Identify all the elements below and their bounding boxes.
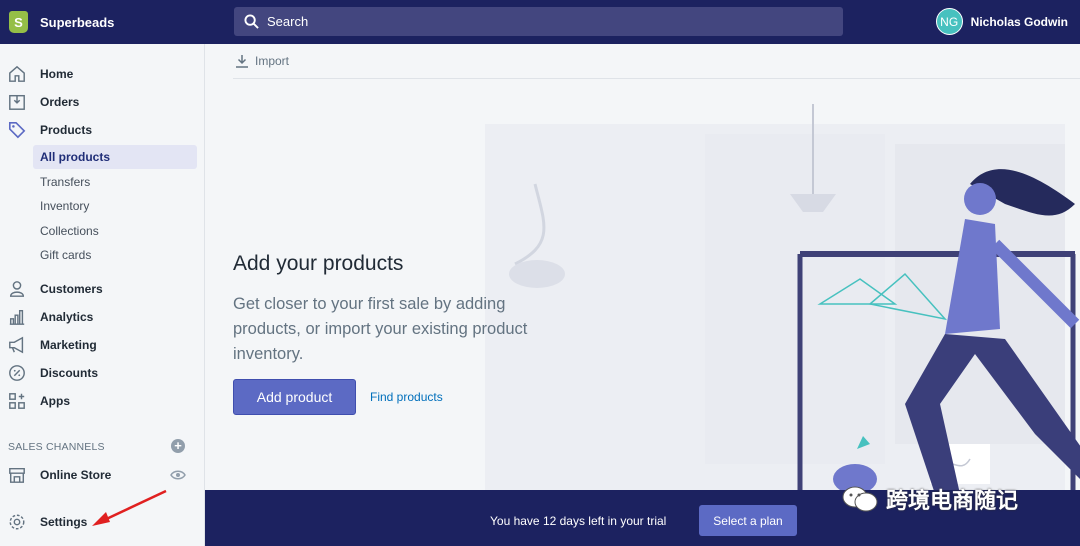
sidebar-item-label: Products [40, 123, 93, 137]
apps-icon [9, 393, 25, 409]
sidebar-item-label: Discounts [40, 366, 99, 380]
import-label: Import [255, 54, 290, 68]
home-icon [9, 65, 25, 82]
sidebar-item-customers[interactable]: Customers [0, 276, 205, 302]
sales-channels-heading: SALES CHANNELS [8, 441, 105, 453]
discount-icon [9, 365, 25, 381]
annotation-arrow-icon [92, 489, 167, 526]
trial-message: You have 12 days left in your trial [490, 514, 667, 528]
sidebar-item-label: Analytics [40, 310, 94, 324]
orders-icon [9, 94, 25, 110]
user-menu[interactable]: NG Nicholas Godwin [935, 8, 1068, 35]
sidebar-item-label: Online Store [40, 468, 112, 482]
shopify-logo-icon: S [9, 11, 28, 33]
watermark-text: 跨境电商随记 [886, 489, 1019, 514]
sidebar-item-discounts[interactable]: Discounts [0, 360, 205, 386]
sidebar-item-label: Settings [40, 515, 88, 529]
sidebar-item-apps[interactable]: Apps [0, 388, 205, 414]
search-placeholder: Search [267, 14, 309, 29]
tag-icon [8, 121, 26, 139]
empty-state-body: Get closer to your first sale by adding … [233, 295, 528, 363]
top-bar: S Superbeads Search NG Nicholas Godwin [0, 0, 1080, 44]
sidebar-item-label: Orders [40, 95, 80, 109]
avatar: NG [935, 8, 963, 35]
sidebar-item-analytics[interactable]: Analytics [0, 304, 205, 330]
search-icon [244, 14, 259, 29]
add-sales-channel-plus-icon[interactable]: + [171, 439, 185, 453]
divider [233, 78, 1080, 79]
store-brand[interactable]: S Superbeads [0, 11, 205, 33]
empty-state-title: Add your products [233, 252, 404, 275]
store-icon [9, 467, 25, 483]
main-content: Import Add your products Get closer to y… [205, 44, 1080, 490]
sidebar-subitem-collections[interactable]: Collections [33, 219, 197, 243]
sidebar-item-products[interactable]: Products [0, 117, 205, 143]
gear-icon [9, 514, 25, 530]
download-icon [236, 55, 248, 68]
megaphone-icon [9, 336, 24, 354]
add-product-button[interactable]: Add product [233, 379, 356, 415]
sidebar-item-label: Customers [40, 282, 103, 296]
sidebar-subitem-transfers[interactable]: Transfers [33, 170, 197, 194]
sidebar-subitem-inventory[interactable]: Inventory [33, 194, 197, 218]
sidebar-item-marketing[interactable]: Marketing [0, 332, 205, 358]
select-plan-button[interactable]: Select a plan [699, 505, 797, 536]
sidebar-item-orders[interactable]: Orders [0, 89, 205, 115]
wechat-icon [842, 486, 878, 512]
sidebar-subitem-gift-cards[interactable]: Gift cards [33, 243, 197, 267]
sidebar-item-label: Marketing [40, 338, 97, 352]
watermark: 跨境电商随记 [840, 483, 1018, 515]
person-icon [9, 281, 25, 297]
store-name: Superbeads [40, 14, 115, 30]
eye-icon[interactable] [170, 469, 186, 481]
search-input[interactable]: Search [234, 7, 843, 36]
sidebar-subitem-all-products[interactable]: All products [33, 145, 197, 169]
user-name: Nicholas Godwin [970, 14, 1068, 29]
sidebar-item-label: Apps [40, 394, 70, 408]
sidebar-item-home[interactable]: Home [0, 61, 205, 87]
find-products-link[interactable]: Find products [370, 390, 443, 404]
sidebar-item-label: Home [40, 67, 74, 81]
bar-chart-icon [9, 309, 25, 325]
import-button[interactable]: Import [235, 54, 289, 68]
sidebar: Home Orders Products All products Transf… [0, 44, 205, 546]
